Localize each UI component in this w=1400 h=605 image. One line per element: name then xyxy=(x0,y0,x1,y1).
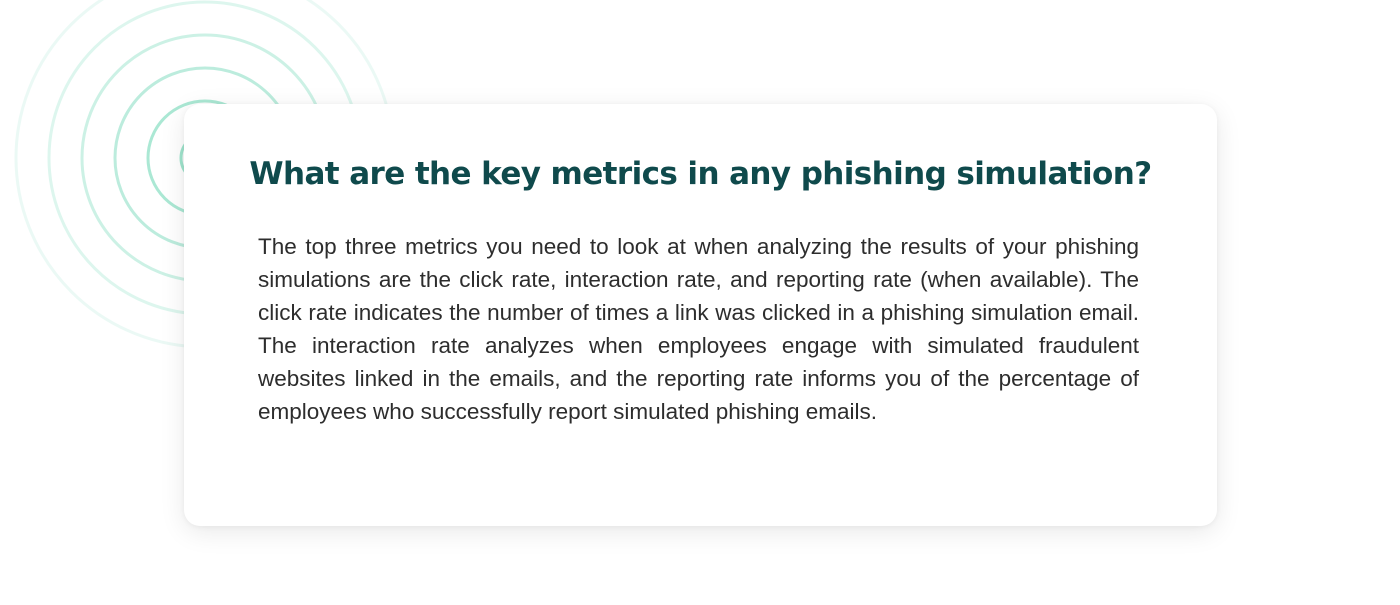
faq-card: What are the key metrics in any phishing… xyxy=(184,104,1217,526)
faq-question-title: What are the key metrics in any phishing… xyxy=(249,156,1152,192)
faq-answer-text: The top three metrics you need to look a… xyxy=(258,234,1139,424)
